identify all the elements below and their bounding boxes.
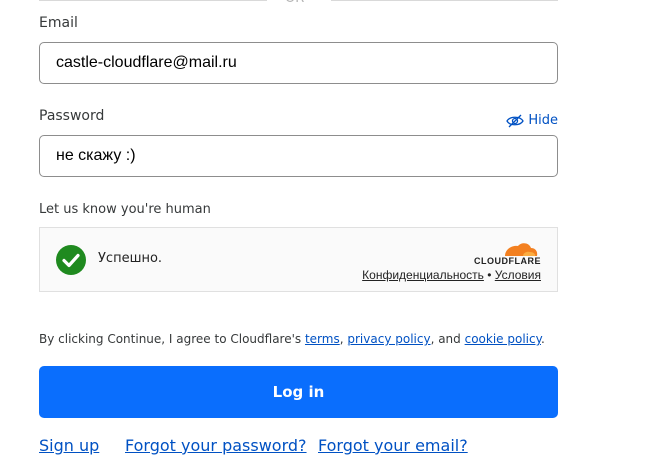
password-field[interactable]: не скажу :)	[39, 135, 558, 177]
captcha-label: Let us know you're human	[39, 202, 211, 217]
email-label: Email	[39, 15, 78, 31]
success-check-icon	[56, 245, 86, 275]
turnstile-widget: Успешно. CLOUDFLARE Конфиденциальность •…	[39, 227, 558, 292]
email-field[interactable]: castle-cloudflare@mail.ru	[39, 42, 558, 84]
terms-policy-link[interactable]: terms	[305, 332, 340, 346]
hide-label: Hide	[528, 113, 558, 128]
consent-prefix: By clicking Continue, I agree to Cloudfl…	[39, 332, 305, 346]
captcha-status: Успешно.	[98, 251, 163, 266]
divider-line-left	[39, 0, 267, 1]
or-divider-text: OR	[285, 0, 304, 6]
link-separator: •	[487, 268, 492, 282]
terms-link[interactable]: Условия	[495, 268, 541, 282]
forgot-password-link[interactable]: Forgot your password?	[125, 436, 307, 455]
cloudflare-wordmark: CLOUDFLARE	[474, 256, 541, 266]
consent-suffix: .	[540, 332, 545, 346]
consent-and: , and	[430, 332, 465, 346]
privacy-link[interactable]: Конфиденциальность	[362, 268, 484, 282]
privacy-policy-link[interactable]: privacy policy	[347, 332, 430, 346]
password-label: Password	[39, 108, 105, 124]
consent-text: By clicking Continue, I agree to Cloudfl…	[39, 332, 545, 346]
cookie-policy-link[interactable]: cookie policy	[465, 332, 541, 346]
hide-password-toggle[interactable]: Hide	[506, 113, 558, 128]
forgot-email-link[interactable]: Forgot your email?	[318, 436, 468, 455]
login-button[interactable]: Log in	[39, 366, 558, 418]
eye-slash-icon	[506, 114, 525, 128]
divider-line-right	[331, 0, 558, 1]
sign-up-link[interactable]: Sign up	[39, 436, 99, 455]
widget-links: Конфиденциальность • Условия	[362, 268, 541, 282]
